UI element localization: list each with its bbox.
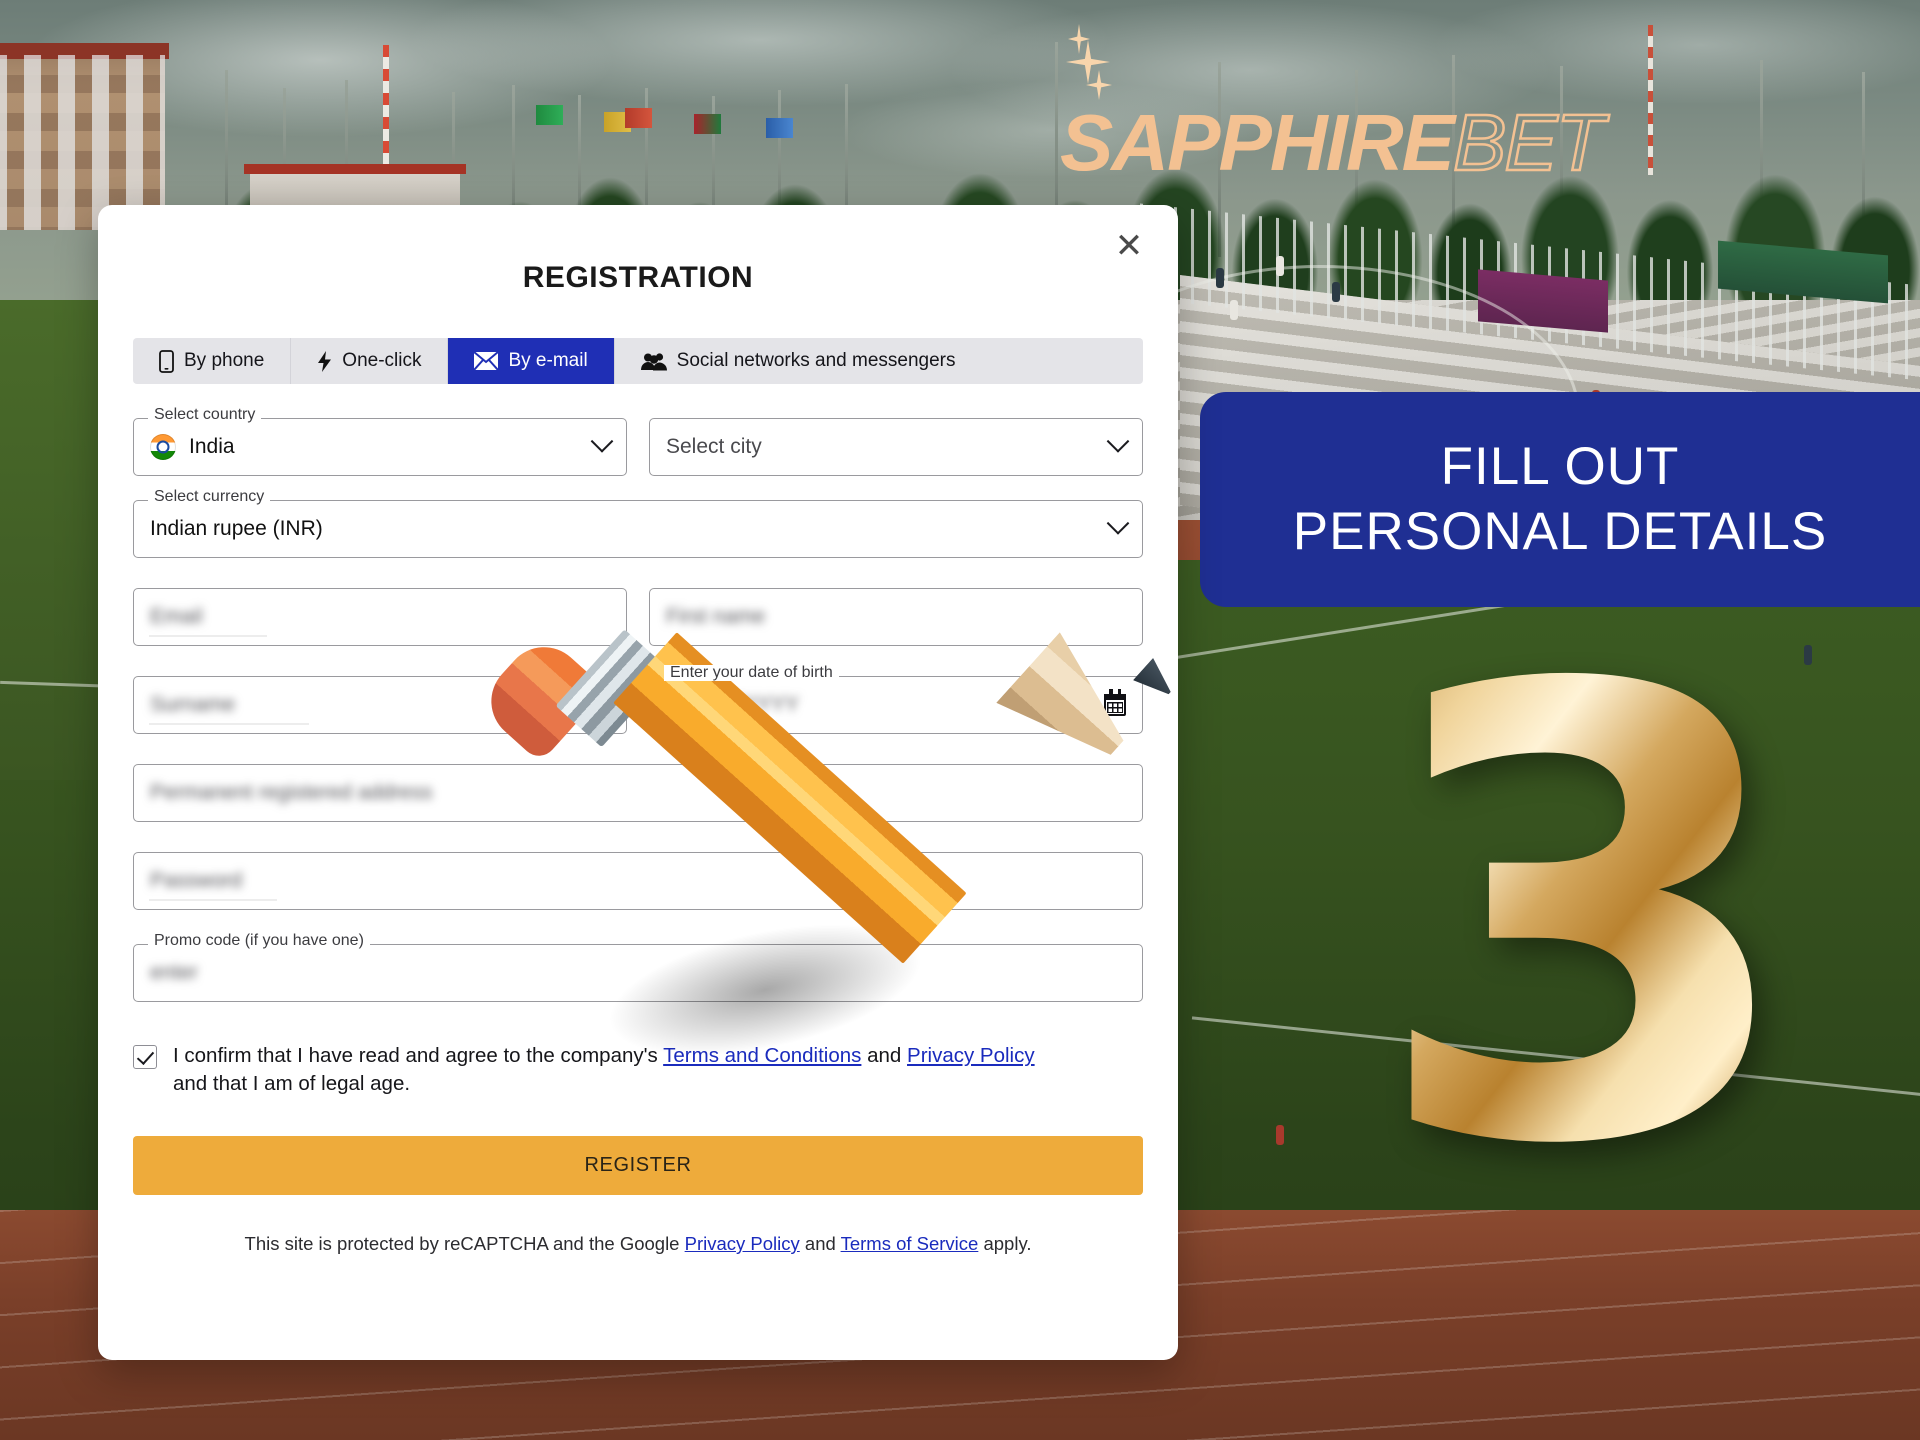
country-select[interactable]: India bbox=[133, 418, 627, 476]
email-value: Email bbox=[150, 605, 203, 628]
email-field: Email bbox=[133, 588, 627, 646]
flag bbox=[536, 105, 563, 125]
promo-code-input[interactable]: enter bbox=[133, 944, 1143, 1002]
blur-artifact bbox=[149, 635, 267, 637]
date-of-birth-value: DD/MM/YYYY bbox=[666, 693, 800, 716]
email-input[interactable]: Email bbox=[133, 588, 627, 646]
terms-part-1: I confirm that I have read and agree to … bbox=[173, 1044, 664, 1067]
terms-checkbox[interactable] bbox=[133, 1045, 157, 1069]
recaptcha-part-2: and bbox=[799, 1233, 841, 1255]
address-value: Permanent registered address bbox=[150, 781, 433, 804]
currency-legend: Select currency bbox=[148, 489, 271, 505]
country-value: India bbox=[189, 435, 235, 458]
step-number-3: 3 bbox=[1370, 559, 1802, 1280]
recaptcha-notice: This site is protected by reCAPTCHA and … bbox=[133, 1233, 1143, 1255]
blur-artifact bbox=[149, 899, 277, 901]
surname-value: Surname bbox=[150, 693, 236, 716]
tab-by-email[interactable]: By e-mail bbox=[448, 338, 615, 384]
country-field: Select country India bbox=[133, 407, 627, 476]
city-placeholder: Select city bbox=[666, 435, 762, 458]
spectator bbox=[1332, 282, 1340, 302]
promo-code-field: Promo code (if you have one) enter bbox=[133, 933, 1143, 1002]
tab-label: Social networks and messengers bbox=[676, 350, 956, 371]
currency-field: Select currency Indian rupee (INR) bbox=[133, 489, 1143, 558]
tab-social-networks[interactable]: Social networks and messengers bbox=[615, 338, 982, 384]
country-legend: Select country bbox=[148, 407, 262, 423]
phone-icon bbox=[159, 349, 174, 373]
player bbox=[1804, 645, 1812, 665]
terms-part-3: and that I am of legal age. bbox=[173, 1072, 411, 1096]
promo-code-legend: Promo code (if you have one) bbox=[148, 933, 370, 949]
lightning-icon bbox=[317, 350, 332, 373]
chevron-down-icon bbox=[590, 430, 614, 453]
banner-line-1: FILL OUT bbox=[1440, 436, 1680, 496]
marker-cone bbox=[1276, 1125, 1284, 1145]
tab-by-phone[interactable]: By phone bbox=[133, 338, 292, 384]
city-field: Select city bbox=[649, 418, 1143, 476]
chevron-down-icon bbox=[1106, 430, 1130, 453]
india-flag-icon bbox=[150, 434, 176, 460]
date-of-birth-legend: Enter your date of birth bbox=[664, 665, 839, 681]
first-name-input[interactable]: First name bbox=[649, 588, 1143, 646]
flag bbox=[625, 108, 652, 128]
banner-line-2: PERSONAL DETAILS bbox=[1292, 501, 1828, 561]
city-select[interactable]: Select city bbox=[649, 418, 1143, 476]
password-value: Password bbox=[150, 869, 243, 892]
first-name-value: First name bbox=[666, 605, 766, 628]
spectator bbox=[1216, 268, 1224, 288]
date-of-birth-input[interactable]: DD/MM/YYYY bbox=[649, 676, 1143, 734]
address-field: Permanent registered address bbox=[133, 764, 1143, 822]
terms-part-2: and bbox=[861, 1044, 908, 1067]
currency-select[interactable]: Indian rupee (INR) bbox=[133, 500, 1143, 558]
spectator bbox=[1276, 256, 1284, 276]
registration-modal: ✕ REGISTRATION By phone One-click By e-m… bbox=[98, 205, 1178, 1360]
date-of-birth-field: Enter your date of birth DD/MM/YYYY bbox=[649, 665, 1143, 734]
first-name-field: First name bbox=[649, 588, 1143, 646]
calendar-icon[interactable] bbox=[1104, 689, 1126, 716]
register-button[interactable]: REGISTER bbox=[133, 1136, 1143, 1196]
chevron-down-icon bbox=[1106, 512, 1130, 535]
currency-value: Indian rupee (INR) bbox=[150, 517, 323, 540]
google-privacy-policy-link[interactable]: Privacy Policy bbox=[685, 1233, 800, 1254]
flag bbox=[694, 114, 721, 134]
google-terms-of-service-link[interactable]: Terms of Service bbox=[841, 1233, 979, 1254]
surname-field: Surname bbox=[133, 676, 627, 734]
tab-one-click[interactable]: One-click bbox=[291, 338, 449, 384]
password-input[interactable]: Password bbox=[133, 852, 1143, 910]
address-input[interactable]: Permanent registered address bbox=[133, 764, 1143, 822]
people-icon bbox=[640, 352, 667, 371]
flag bbox=[766, 118, 793, 138]
terms-text: I confirm that I have read and agree to … bbox=[173, 1042, 1063, 1098]
blur-artifact bbox=[149, 723, 309, 725]
spectator bbox=[1230, 300, 1238, 320]
registration-method-tabs: By phone One-click By e-mail Social netw… bbox=[133, 338, 1143, 384]
page-title: REGISTRATION bbox=[522, 261, 754, 294]
privacy-policy-link[interactable]: Privacy Policy bbox=[907, 1044, 1035, 1067]
surname-input[interactable]: Surname bbox=[133, 676, 627, 734]
promo-code-value: enter bbox=[150, 961, 198, 984]
terms-and-conditions-link[interactable]: Terms and Conditions bbox=[663, 1044, 861, 1067]
recaptcha-part-3: apply. bbox=[978, 1233, 1032, 1255]
recaptcha-part-1: This site is protected by reCAPTCHA and … bbox=[244, 1233, 685, 1255]
password-field: Password bbox=[133, 852, 1143, 910]
tab-label: One-click bbox=[342, 350, 422, 371]
terms-agreement: I confirm that I have read and agree to … bbox=[133, 1042, 1143, 1098]
tab-label: By phone bbox=[184, 350, 265, 371]
envelope-icon bbox=[474, 352, 499, 370]
stadium-building bbox=[0, 43, 169, 230]
tab-label: By e-mail bbox=[508, 350, 588, 371]
close-icon[interactable]: ✕ bbox=[1112, 229, 1146, 263]
